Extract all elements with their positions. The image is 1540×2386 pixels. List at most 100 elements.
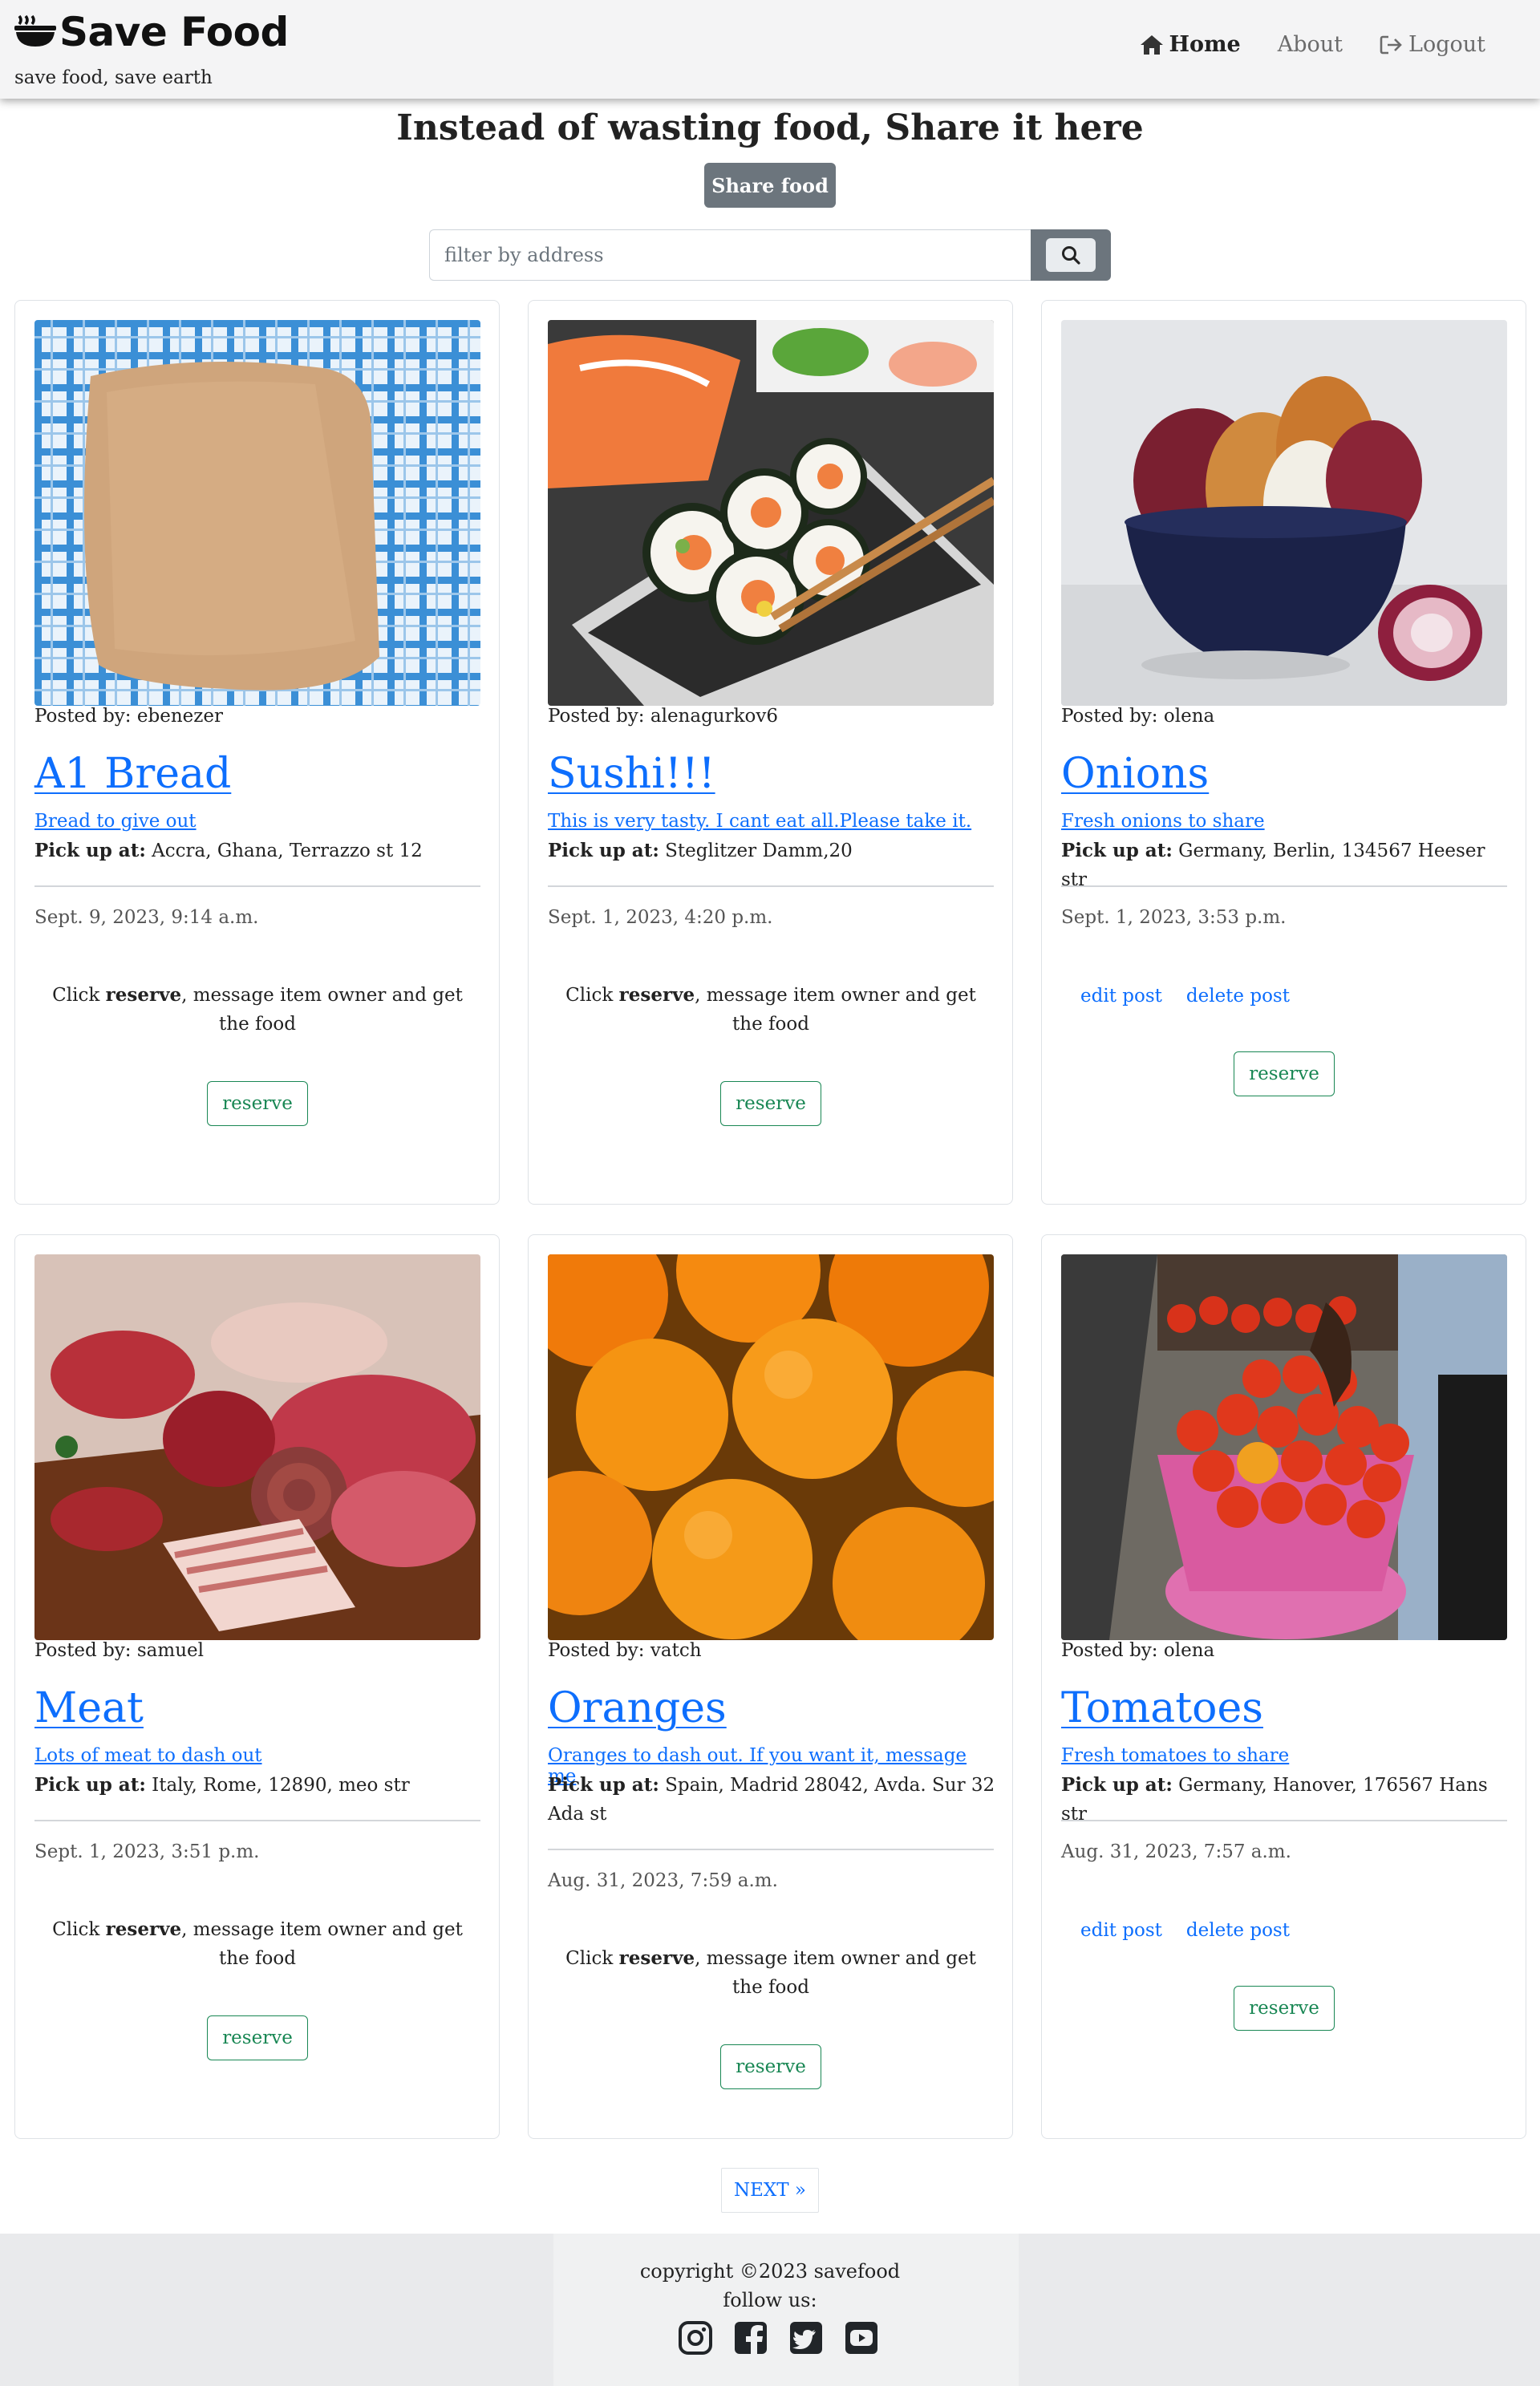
- post-description-link[interactable]: Bread to give out: [34, 811, 484, 832]
- owner-actions: edit post delete post: [1080, 986, 1314, 1007]
- post-date: Aug. 31, 2023, 7:57 a.m.: [1061, 1841, 1291, 1862]
- nav-links: Home About Logout: [1103, 32, 1485, 57]
- posted-by: Posted by: samuel: [34, 1640, 204, 1661]
- pickup-address: Pick up at: Steglitzer Damm,20: [548, 837, 997, 865]
- brand-name[interactable]: Save Food: [59, 10, 289, 55]
- post-date: Sept. 1, 2023, 4:20 p.m.: [548, 907, 773, 928]
- hint-text: , message item owner and get the food: [181, 1919, 463, 1969]
- hint-text: Click: [52, 985, 106, 1006]
- oranges-photo: [548, 1254, 994, 1640]
- hint-bold: reserve: [105, 1918, 182, 1940]
- bread-photo: [34, 320, 480, 706]
- pickup-value: Steglitzer Damm,20: [665, 841, 853, 861]
- reserve-button[interactable]: reserve: [720, 2044, 821, 2089]
- edit-post-link[interactable]: edit post: [1080, 1920, 1162, 1941]
- reserve-button[interactable]: reserve: [1234, 1986, 1335, 2031]
- nav-about-link[interactable]: About: [1278, 32, 1343, 57]
- post-description-link[interactable]: Fresh tomatoes to share: [1061, 1745, 1510, 1766]
- hint-text: , message item owner and get the food: [181, 985, 463, 1035]
- search-button[interactable]: [1031, 229, 1111, 281]
- pickup-address: Pick up at: Accra, Ghana, Terrazzo st 12: [34, 837, 484, 865]
- hint-bold: reserve: [618, 984, 695, 1006]
- edit-post-link[interactable]: edit post: [1080, 986, 1162, 1007]
- reserve-hint: Click reserve, message item owner and ge…: [548, 1944, 994, 2002]
- share-food-button[interactable]: Share food: [704, 163, 836, 208]
- post-date: Sept. 1, 2023, 3:53 p.m.: [1061, 907, 1287, 928]
- onions-photo: [1061, 320, 1507, 706]
- posted-by-prefix: Posted by:: [34, 706, 132, 727]
- post-card: Posted by: vatch Oranges Oranges to dash…: [528, 1234, 1013, 2139]
- divider: [1061, 1820, 1507, 1821]
- post-description-link[interactable]: Fresh onions to share: [1061, 811, 1510, 832]
- posted-by-prefix: Posted by:: [548, 1640, 645, 1661]
- posted-by-prefix: Posted by:: [1061, 706, 1158, 727]
- pickup-label: Pick up at:: [548, 840, 659, 861]
- posted-by-prefix: Posted by:: [34, 1640, 132, 1661]
- reserve-button[interactable]: reserve: [1234, 1051, 1335, 1096]
- poster-name: olena: [1163, 706, 1215, 727]
- delete-post-link[interactable]: delete post: [1186, 986, 1290, 1007]
- posted-by-prefix: Posted by:: [1061, 1640, 1158, 1661]
- meat-photo: [34, 1254, 480, 1640]
- tagline: save food, save earth: [14, 67, 213, 88]
- search-icon: [1062, 246, 1080, 265]
- facebook-icon[interactable]: [733, 2320, 768, 2356]
- address-filter-input[interactable]: [429, 229, 1031, 281]
- tomatoes-photo: [1061, 1254, 1507, 1640]
- poster-name: olena: [1163, 1640, 1215, 1661]
- hint-text: Click: [565, 1948, 619, 1969]
- hint-text: , message item owner and get the food: [695, 1948, 976, 1998]
- youtube-icon[interactable]: [844, 2320, 879, 2356]
- post-card: Posted by: olena Onions Fresh onions to …: [1041, 300, 1526, 1205]
- post-title-link[interactable]: Sushi!!!: [548, 750, 715, 798]
- delete-post-link[interactable]: delete post: [1186, 1920, 1290, 1941]
- reserve-button[interactable]: reserve: [207, 2015, 308, 2060]
- navbar: Save Food save food, save earth Home Abo…: [0, 0, 1540, 99]
- next-page-button[interactable]: NEXT »: [721, 2168, 819, 2213]
- pickup-value: Accra, Ghana, Terrazzo st 12: [152, 841, 423, 861]
- search-bar: [429, 229, 1111, 281]
- posted-by-prefix: Posted by:: [548, 706, 645, 727]
- brand[interactable]: Save Food: [13, 10, 289, 55]
- hint-text: Click: [565, 985, 619, 1006]
- post-card: Posted by: ebenezer A1 Bread Bread to gi…: [14, 300, 500, 1205]
- poster-name: ebenezer: [136, 706, 223, 727]
- owner-actions: edit post delete post: [1080, 1920, 1314, 1941]
- reserve-button[interactable]: reserve: [207, 1081, 308, 1126]
- reserve-hint: Click reserve, message item owner and ge…: [34, 1915, 480, 1973]
- pickup-address: Pick up at: Italy, Rome, 12890, meo str: [34, 1771, 484, 1800]
- post-title-link[interactable]: Meat: [34, 1684, 144, 1732]
- post-date: Aug. 31, 2023, 7:59 a.m.: [548, 1870, 778, 1891]
- social-links: [678, 2320, 899, 2356]
- search-button-face: [1046, 238, 1096, 272]
- post-description-link[interactable]: Lots of meat to dash out: [34, 1745, 484, 1766]
- page-title: Instead of wasting food, Share it here: [396, 107, 1144, 148]
- nav-home-link[interactable]: Home: [1140, 32, 1241, 57]
- twitter-icon[interactable]: [788, 2320, 824, 2356]
- post-card: Posted by: olena Tomatoes Fresh tomatoes…: [1041, 1234, 1526, 2139]
- divider: [548, 885, 994, 887]
- nav-logout-link[interactable]: Logout: [1380, 32, 1485, 57]
- poster-name: alenagurkov6: [650, 706, 779, 727]
- post-title-link[interactable]: A1 Bread: [34, 750, 231, 798]
- pickup-label: Pick up at:: [1061, 1774, 1173, 1796]
- post-title-link[interactable]: Tomatoes: [1061, 1684, 1263, 1732]
- posted-by: Posted by: alenagurkov6: [548, 706, 778, 727]
- sushi-photo: [548, 320, 994, 706]
- pickup-label: Pick up at:: [1061, 840, 1173, 861]
- divider: [34, 1820, 480, 1821]
- pickup-value: Italy, Rome, 12890, meo str: [152, 1775, 410, 1796]
- bowl-icon: [14, 14, 56, 47]
- divider: [34, 885, 480, 887]
- instagram-icon[interactable]: [678, 2320, 713, 2356]
- reserve-button[interactable]: reserve: [720, 1081, 821, 1126]
- post-date: Sept. 9, 2023, 9:14 a.m.: [34, 907, 259, 928]
- divider: [548, 1849, 994, 1850]
- reserve-hint: Click reserve, message item owner and ge…: [548, 981, 994, 1039]
- post-description-link[interactable]: This is very tasty. I cant eat all.Pleas…: [548, 811, 997, 832]
- copyright-text: copyright ©2023 savefood: [639, 2260, 901, 2283]
- post-title-link[interactable]: Oranges: [548, 1684, 727, 1732]
- home-icon: [1141, 34, 1164, 55]
- poster-name: samuel: [136, 1640, 204, 1661]
- post-title-link[interactable]: Onions: [1061, 750, 1209, 798]
